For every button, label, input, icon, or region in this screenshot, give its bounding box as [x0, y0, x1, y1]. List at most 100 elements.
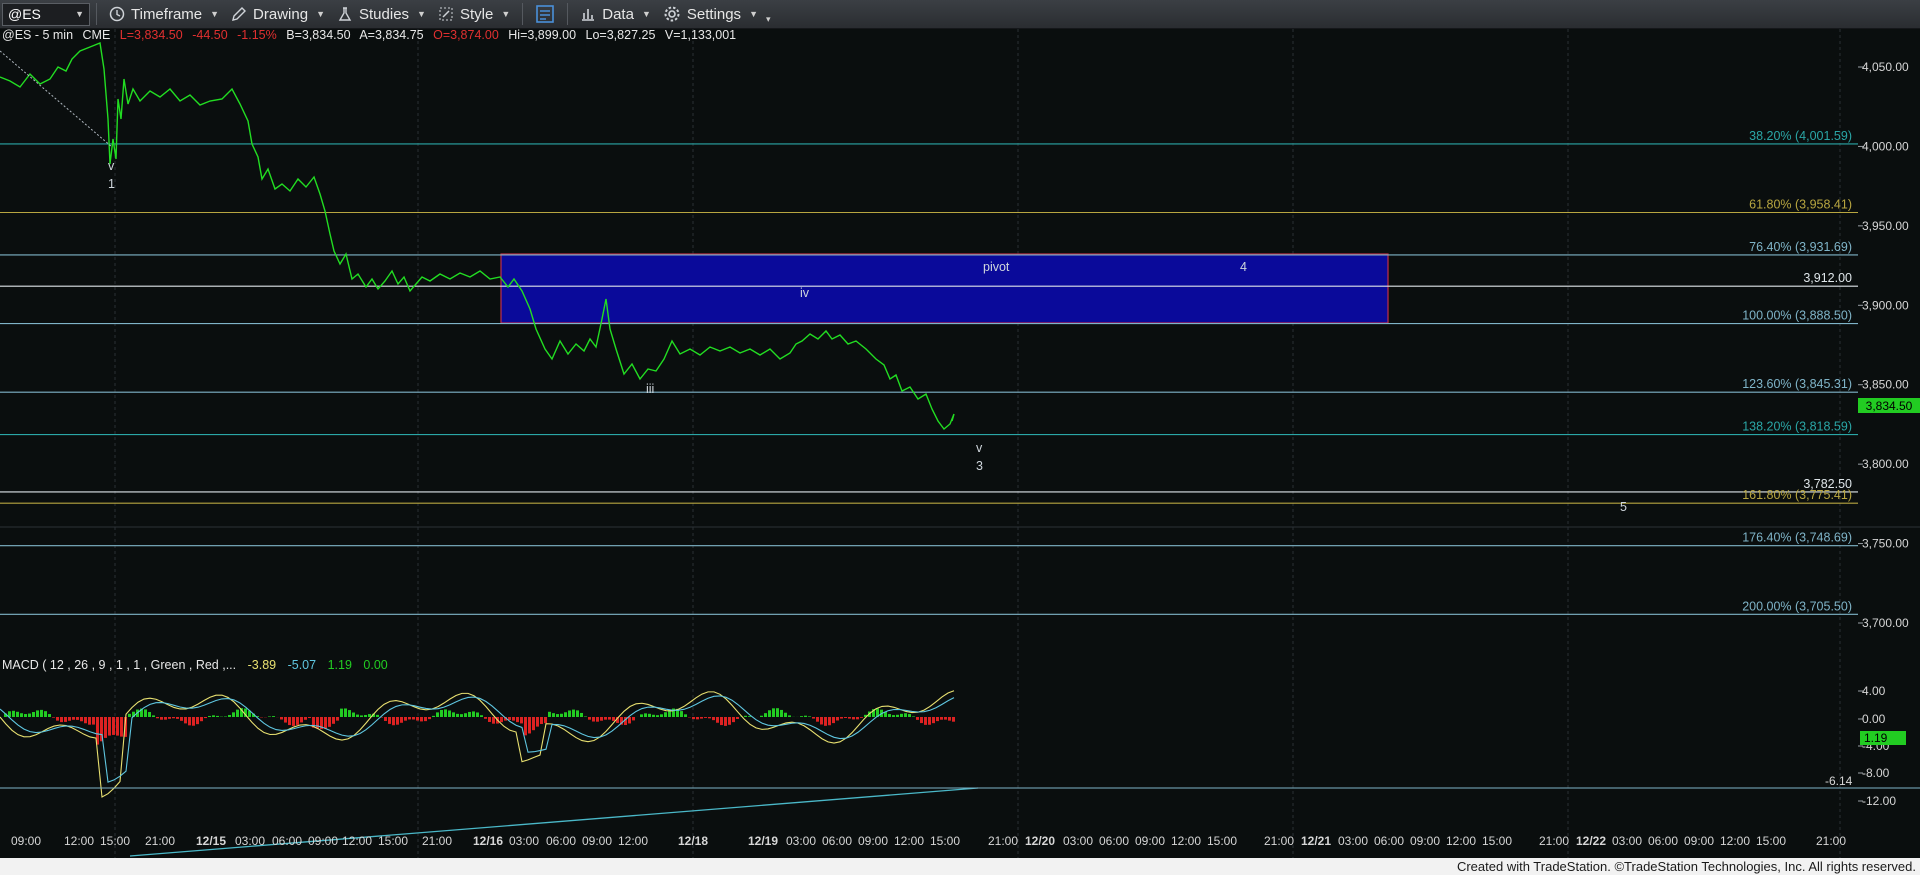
chart-layout-button[interactable] — [529, 1, 561, 28]
time-axis-label: 21:00 — [1816, 834, 1846, 848]
data-button[interactable]: Data ▼ — [574, 1, 657, 28]
time-axis-label: 12:00 — [894, 834, 924, 848]
time-axis-label: 15:00 — [1207, 834, 1237, 848]
macd-trendline-value: -6.14 — [1825, 774, 1853, 788]
macd-histogram-bar — [748, 716, 751, 717]
macd-histogram-bar — [844, 717, 847, 718]
macd-histogram-bar — [600, 717, 603, 721]
time-axis-date-label: 12/20 — [1025, 834, 1055, 848]
macd-histogram-bar — [20, 713, 23, 717]
macd-histogram-bar — [904, 713, 907, 717]
pencil-icon — [232, 7, 247, 21]
macd-histogram-bar — [228, 714, 231, 717]
macd-histogram-bar — [472, 711, 475, 717]
price-chart[interactable]: @ES - 5 min CME L=3,834.50 -44.50 -1.15%… — [0, 29, 1920, 875]
macd-histogram-bar — [404, 717, 407, 721]
macd-histogram-bar — [236, 709, 239, 717]
macd-histogram-bar — [772, 708, 775, 717]
macd-histogram-bar — [104, 717, 107, 738]
time-axis-label: 12:00 — [342, 834, 372, 848]
time-axis-label: 09:00 — [1684, 834, 1714, 848]
macd-histogram-bar — [424, 717, 427, 722]
macd-histogram-bar — [60, 717, 63, 723]
time-axis-date-label: 12/15 — [196, 834, 226, 848]
macd-histogram-bar — [116, 717, 119, 736]
time-axis-label: 12:00 — [1446, 834, 1476, 848]
macd-histogram-bar — [436, 712, 439, 717]
toolbar-divider — [567, 3, 569, 25]
time-axis-date-label: 12/16 — [473, 834, 503, 848]
macd-histogram-bar — [44, 711, 47, 717]
price-tick-label: 4,050.00 — [1862, 60, 1909, 74]
macd-histogram-bar — [392, 717, 395, 726]
wave-label-1: 1 — [108, 177, 115, 191]
macd-histogram-bar — [628, 717, 631, 724]
macd-histogram-bar — [764, 713, 767, 717]
macd-histogram-bar — [944, 717, 947, 720]
macd-histogram-bar — [144, 709, 147, 717]
timeframe-button[interactable]: Timeframe ▼ — [103, 1, 225, 28]
macd-histogram-bar — [400, 717, 403, 723]
fib-level-label: 138.20% (3,818.59) — [1742, 420, 1852, 434]
last-price-tag: 3,834.50 — [1858, 398, 1920, 413]
macd-histogram-bar — [560, 713, 563, 717]
style-button[interactable]: Style ▼ — [432, 1, 516, 28]
chevron-down-icon: ▼ — [749, 9, 758, 19]
macd-histogram-bar — [208, 715, 211, 717]
macd-histogram-bar — [368, 714, 371, 717]
chevron-down-icon: ▼ — [75, 9, 84, 19]
macd-histogram-bar — [644, 713, 647, 717]
layout-icon — [536, 5, 555, 23]
macd-histogram-bar — [412, 717, 415, 720]
macd-histogram-bar — [612, 717, 615, 721]
time-axis-label: 03:00 — [509, 834, 539, 848]
macd-histogram-bar — [148, 712, 151, 717]
macd-histogram-bar — [912, 716, 915, 717]
time-axis-label: 06:00 — [822, 834, 852, 848]
time-axis-label: 21:00 — [1264, 834, 1294, 848]
toolbar-overflow-icon[interactable]: ▾ — [766, 14, 771, 25]
macd-histogram-bar — [728, 717, 731, 725]
time-axis-date-label: 12/18 — [678, 834, 708, 848]
macd-histogram-bar — [308, 717, 311, 719]
svg-text:1.19: 1.19 — [1864, 731, 1888, 745]
macd-histogram-bar — [896, 714, 899, 717]
macd-current-tag: 1.19 — [1860, 731, 1906, 745]
time-axis-label: 09:00 — [858, 834, 888, 848]
fib-level-label: 76.40% (3,931.69) — [1749, 240, 1852, 254]
macd-histogram-bar — [520, 717, 523, 724]
macd-histogram-bar — [512, 717, 515, 721]
macd-histogram-bar — [952, 717, 955, 722]
macd-histogram-bar — [448, 710, 451, 717]
macd-histogram-bar — [468, 711, 471, 717]
macd-histogram-bar — [288, 717, 291, 726]
macd-histogram-bar — [280, 717, 283, 720]
time-axis-label: 09:00 — [11, 834, 41, 848]
wave-label-3: 3 — [976, 459, 983, 473]
wave-label-v-3: v — [976, 441, 983, 455]
macd-histogram-bar — [152, 715, 155, 717]
macd-histogram-bar — [780, 709, 783, 717]
macd-histogram-bar — [848, 717, 851, 719]
macd-histogram-bar — [172, 717, 175, 719]
fib-level-label: 200.00% (3,705.50) — [1742, 599, 1852, 613]
macd-histogram-bar — [120, 717, 123, 737]
symbol-input[interactable]: @ES ▼ — [2, 2, 90, 26]
macd-histogram-bar — [836, 717, 839, 721]
macd-histogram-bar — [856, 717, 859, 720]
macd-histogram-bar — [428, 717, 431, 720]
settings-button[interactable]: Settings ▼ — [657, 1, 764, 28]
macd-histogram-bar — [328, 717, 331, 727]
time-axis-label: 03:00 — [1063, 834, 1093, 848]
toolbar-divider — [522, 3, 524, 25]
macd-histogram-bar — [156, 717, 159, 719]
macd-histogram-bar — [932, 717, 935, 724]
drawing-button[interactable]: Drawing ▼ — [225, 1, 331, 28]
fib-level-label: 3,912.00 — [1803, 271, 1852, 285]
macd-histogram-bar — [832, 717, 835, 724]
pivot-zone-box[interactable] — [500, 253, 1389, 324]
macd-histogram-bar — [888, 714, 891, 717]
studies-button[interactable]: Studies ▼ — [331, 1, 432, 28]
wave-label-4: 4 — [1240, 260, 1247, 274]
macd-histogram-bar — [928, 717, 931, 725]
